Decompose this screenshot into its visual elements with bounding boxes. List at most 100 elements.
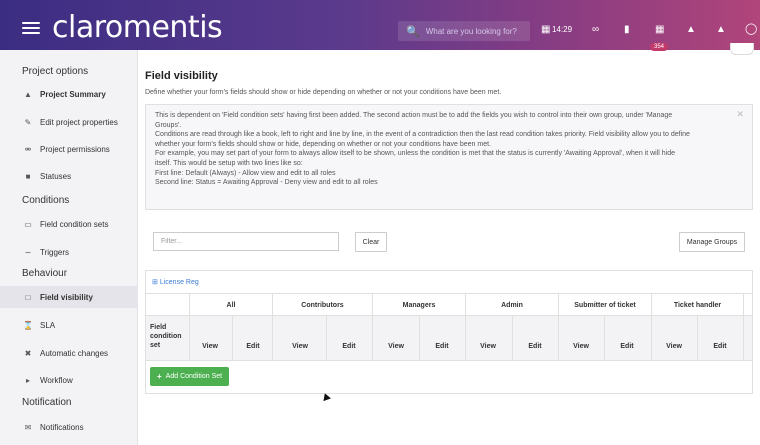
sidebar-item-project-summary[interactable]: ▲ Project Summary bbox=[0, 83, 138, 105]
sidebar-item-project-permissions[interactable]: ⚮ Project permissions bbox=[0, 138, 138, 160]
sidebar-item-notifications[interactable]: ✉ Notifications bbox=[0, 416, 138, 438]
folder-icon: ■ bbox=[25, 171, 31, 181]
key-icon: ⚮ bbox=[24, 144, 32, 154]
sidebar-item-label: Field visibility bbox=[40, 292, 93, 302]
column-header-spacer bbox=[743, 294, 752, 316]
row-header-line: set bbox=[150, 342, 161, 349]
sidebar-item-label: Automatic changes bbox=[40, 348, 109, 358]
group-name: License Reg bbox=[159, 279, 199, 286]
column-header-role: Ticket handler bbox=[651, 294, 743, 316]
view-header: View bbox=[388, 343, 404, 350]
view-header: View bbox=[202, 343, 218, 350]
info-line: Second line: Status = Awaiting Approval … bbox=[155, 179, 378, 187]
sidebar-item-label: Statuses bbox=[40, 171, 72, 181]
home-icon: ▲ bbox=[24, 89, 32, 99]
edit-header: Edit bbox=[620, 343, 634, 350]
sidebar-item-label: Field condition sets bbox=[40, 219, 109, 229]
app-logo[interactable]: claromentis bbox=[52, 10, 223, 45]
sidebar-item-workflow[interactable]: ▸ Workflow bbox=[0, 369, 138, 391]
user-avatar-icon[interactable]: ◯ bbox=[745, 22, 757, 35]
apps-grid-icon[interactable]: ▦ bbox=[655, 24, 664, 35]
sidebar-item-automatic-changes[interactable]: ✖ Automatic changes bbox=[0, 342, 138, 364]
close-icon[interactable]: ✕ bbox=[736, 109, 744, 120]
manage-groups-button[interactable]: Manage Groups bbox=[679, 232, 745, 252]
column-header-role: All bbox=[189, 294, 272, 316]
search-input[interactable] bbox=[425, 26, 526, 36]
info-line: itself. This would be setup with two lin… bbox=[155, 159, 303, 167]
column-divider bbox=[604, 316, 605, 361]
info-line: Conditions are read through like a book,… bbox=[155, 131, 690, 139]
column-divider bbox=[232, 316, 233, 361]
column-divider bbox=[465, 316, 466, 361]
edit-header: Edit bbox=[342, 343, 356, 350]
info-line: whether your form's fields should show o… bbox=[155, 140, 491, 148]
info-line: For example, you may set part of your fo… bbox=[155, 150, 676, 158]
inbox-icon[interactable]: ▲ bbox=[716, 24, 726, 35]
filter-field[interactable] bbox=[153, 232, 339, 251]
filter-input[interactable] bbox=[161, 238, 331, 245]
header-tab-handle[interactable] bbox=[730, 43, 754, 55]
sidebar-section-project-options: Project options bbox=[22, 66, 89, 77]
rectangle-icon: ▭ bbox=[24, 219, 32, 229]
sidebar-item-field-visibility[interactable]: □ Field visibility bbox=[0, 286, 138, 308]
table-row: Field condition set View Edit View Edit … bbox=[146, 316, 752, 361]
sidebar-item-label: Project Summary bbox=[40, 89, 106, 99]
sidebar-item-label: Project permissions bbox=[40, 144, 110, 154]
column-header-role: Managers bbox=[372, 294, 465, 316]
plus-icon: + bbox=[157, 372, 162, 381]
sidebar-item-label: Triggers bbox=[40, 247, 70, 257]
menu-icon[interactable] bbox=[22, 22, 40, 34]
calendar-icon[interactable]: ▦ bbox=[541, 24, 550, 35]
sidebar-item-edit-project-properties[interactable]: ✎ Edit project properties bbox=[0, 111, 138, 133]
view-header: View bbox=[292, 343, 308, 350]
sidebar-item-field-condition-sets[interactable]: ▭ Field condition sets bbox=[0, 213, 138, 235]
column-header-role: Submitter of ticket bbox=[558, 294, 651, 316]
sidebar-item-label: SLA bbox=[40, 320, 56, 330]
add-condition-set-label: Add Condition Set bbox=[165, 373, 223, 380]
info-alert: ✕ This is dependent on 'Field condition … bbox=[145, 104, 753, 210]
column-divider bbox=[272, 316, 273, 361]
hourglass-icon: ⌛ bbox=[23, 320, 33, 330]
edit-header: Edit bbox=[713, 343, 727, 350]
workflow-icon: ▸ bbox=[25, 375, 30, 385]
sidebar-item-statuses[interactable]: ■ Statuses bbox=[0, 165, 138, 187]
search-icon: 🔍 bbox=[406, 25, 420, 38]
group-toggle[interactable]: ⊞ License Reg bbox=[152, 278, 199, 286]
edit-header: Edit bbox=[528, 343, 542, 350]
triggers-icon: ∽ bbox=[24, 247, 32, 257]
sidebar-section-notification: Notification bbox=[22, 397, 72, 408]
table-header-row: All Contributors Managers Admin Submitte… bbox=[146, 293, 752, 316]
edit-header: Edit bbox=[435, 343, 449, 350]
visibility-table: ⊞ License Reg All Contributors Managers … bbox=[145, 270, 753, 394]
view-header: View bbox=[666, 343, 682, 350]
view-header: View bbox=[480, 343, 496, 350]
top-navigation-bar: claromentis 🔍 ▦ 14:29 ∞ ▮ ▦ ▲ ▲ ◯ 354 bbox=[0, 0, 760, 55]
add-condition-set-button[interactable]: + Add Condition Set bbox=[150, 367, 230, 386]
row-header-line: condition bbox=[150, 333, 182, 340]
sidebar-item-label: Edit project properties bbox=[40, 117, 118, 127]
info-line: Groups'. bbox=[155, 121, 182, 129]
column-divider bbox=[326, 316, 327, 361]
link-icon[interactable]: ∞ bbox=[592, 24, 599, 35]
notification-badge: 354 bbox=[650, 43, 669, 51]
edit-header: Edit bbox=[246, 343, 260, 350]
global-search[interactable]: 🔍 bbox=[398, 21, 530, 41]
clear-button[interactable]: Clear bbox=[355, 232, 387, 252]
sidebar-item-label: Workflow bbox=[40, 375, 73, 385]
column-header-role: Admin bbox=[465, 294, 558, 316]
pencil-icon: ✎ bbox=[24, 117, 32, 127]
sidebar-item-triggers[interactable]: ∽ Triggers bbox=[0, 241, 138, 263]
automation-icon: ✖ bbox=[24, 348, 32, 358]
column-divider bbox=[558, 316, 559, 361]
bell-icon[interactable]: ▲ bbox=[686, 24, 696, 35]
page-title: Field visibility bbox=[145, 70, 218, 82]
column-divider bbox=[419, 316, 420, 361]
view-header: View bbox=[573, 343, 589, 350]
column-header-role: Contributors bbox=[272, 294, 372, 316]
sidebar-item-label: Notifications bbox=[40, 422, 84, 432]
row-header: Field condition set bbox=[150, 323, 182, 350]
info-line: This is dependent on 'Field condition se… bbox=[155, 112, 673, 119]
bookmark-icon[interactable]: ▮ bbox=[624, 24, 630, 35]
row-header-line: Field bbox=[150, 324, 167, 331]
sidebar-item-sla[interactable]: ⌛ SLA bbox=[0, 314, 138, 336]
